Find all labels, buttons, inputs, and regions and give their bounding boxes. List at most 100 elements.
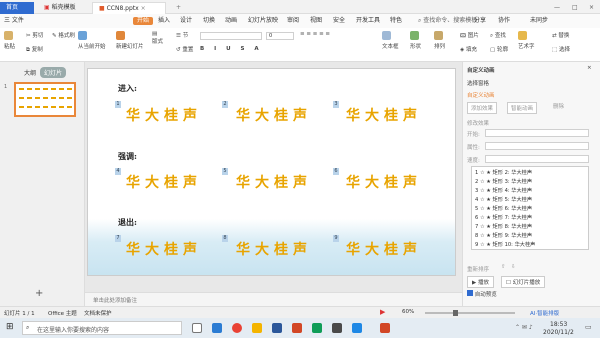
system-tray-icons[interactable]: ⌃ ✉ ♪ [515, 324, 533, 331]
move-up-icon[interactable]: ⇧ [501, 264, 506, 270]
slideshow-button[interactable]: ☐ 幻灯片播放 [501, 276, 546, 288]
autopreview-checkbox[interactable]: 自动预览 [467, 290, 497, 298]
textbox-button[interactable]: 文本框 [382, 31, 399, 50]
ai-layout-button[interactable]: AI·智能排版 [530, 309, 559, 317]
animated-text[interactable]: 华大桂声 [236, 172, 312, 192]
property-select[interactable] [485, 142, 589, 150]
cloud-sync-button[interactable]: 未同步 [530, 17, 548, 25]
menu-transition[interactable]: 切换 [203, 17, 215, 25]
collab-button[interactable]: 协作 [498, 17, 510, 25]
animation-item[interactable]: 1 ☆ ★ 矩形 2: 华大桂声 [475, 169, 532, 176]
animated-text[interactable]: 华大桂声 [346, 105, 422, 125]
fill-button[interactable]: ◈ 填充 [460, 45, 477, 53]
menu-devtools[interactable]: 开发工具 [356, 17, 380, 25]
slide-thumbnail[interactable] [14, 82, 76, 117]
folder-icon[interactable] [252, 323, 262, 333]
wps-presentation-icon[interactable] [380, 323, 390, 333]
menu-security[interactable]: 安全 [333, 17, 345, 25]
play-slideshow-icon[interactable]: ▶ [380, 308, 385, 316]
animation-item[interactable]: 3 ☆ ★ 矩形 4: 华大桂声 [475, 187, 532, 194]
menu-start[interactable]: 开始 [133, 17, 154, 25]
animated-text[interactable]: 华大桂声 [346, 172, 422, 192]
app-icon[interactable] [332, 323, 342, 333]
animation-list[interactable]: 1 ☆ ★ 矩形 2: 华大桂声 2 ☆ ★ 矩形 3: 华大桂声 3 ☆ ★ … [471, 166, 589, 250]
menu-animation[interactable]: 动画 [225, 17, 237, 25]
share-button[interactable]: 分享 [474, 17, 486, 25]
find-button[interactable]: ⌕ 查找 [490, 31, 506, 40]
clock-date[interactable]: 2020/11/2 [543, 329, 574, 336]
animated-text[interactable]: 华大桂声 [236, 239, 312, 259]
font-style-buttons[interactable]: B I U S A [200, 46, 263, 52]
cut-button[interactable]: ✂ 剪切 [26, 31, 43, 39]
reset-button[interactable]: ↺ 重置 [176, 45, 193, 53]
chrome-icon[interactable] [232, 323, 242, 333]
new-slide-button[interactable]: 新建幻灯片 [116, 31, 144, 50]
smart-animation-button[interactable]: 智能动画 [507, 102, 538, 114]
menu-file[interactable]: 三 文件 [4, 17, 24, 25]
font-name-select[interactable] [200, 32, 262, 40]
tab-home[interactable]: 首页 [0, 2, 34, 14]
zoom-slider[interactable] [425, 312, 515, 314]
menu-insert[interactable]: 插入 [158, 17, 170, 25]
select-button[interactable]: ⬚ 选择 [552, 45, 570, 53]
tab-document[interactable]: ■ CCN8.pptx × [92, 2, 166, 14]
new-tab-button[interactable]: + [170, 2, 187, 14]
speed-select[interactable] [485, 155, 589, 163]
animation-item[interactable]: 9 ☆ ★ 矩形 10: 华大桂声 [475, 241, 535, 248]
app-icon[interactable] [352, 323, 362, 333]
image-button[interactable]: 🖾 图片 [460, 31, 479, 41]
clock-time[interactable]: 18:53 [550, 321, 567, 328]
start-select[interactable] [485, 129, 589, 137]
edge-icon[interactable] [212, 323, 222, 333]
animation-item[interactable]: 2 ☆ ★ 矩形 3: 华大桂声 [475, 178, 532, 185]
tab-templates[interactable]: ▣ 稻壳模板 [38, 2, 82, 14]
section-button[interactable]: ☰ 节 [176, 31, 188, 39]
animated-text[interactable]: 华大桂声 [126, 172, 202, 192]
menu-review[interactable]: 审阅 [287, 17, 299, 25]
animated-text[interactable]: 华大桂声 [236, 105, 312, 125]
paste-button[interactable]: 粘贴 [4, 31, 15, 50]
select-pane-link[interactable]: 选择窗格 [467, 79, 489, 87]
animated-text[interactable]: 华大桂声 [126, 239, 202, 259]
menu-special[interactable]: 特色 [390, 17, 402, 25]
add-effect-button[interactable]: 添加效果 [467, 102, 498, 114]
search-command[interactable]: ⌕ 查找命令、搜索模板 [418, 17, 477, 25]
animated-text[interactable]: 华大桂声 [346, 239, 422, 259]
menu-slideshow[interactable]: 幻灯片放映 [248, 17, 278, 25]
close-tab-icon[interactable]: × [141, 5, 146, 12]
font-size-select[interactable]: 0 [266, 32, 294, 40]
format-painter-button[interactable]: ✎ 格式刷 [52, 31, 75, 39]
animated-text[interactable]: 华大桂声 [126, 105, 202, 125]
animation-item[interactable]: 6 ☆ ★ 矩形 7: 华大桂声 [475, 214, 532, 221]
word-icon[interactable] [272, 323, 282, 333]
animation-item[interactable]: 5 ☆ ★ 矩形 6: 华大桂声 [475, 205, 532, 212]
slide-canvas[interactable]: 进入: 强调: 退出: 1 华大桂声 2 华大桂声 3 华大桂声 4 华大桂声 … [87, 68, 456, 276]
notes-bar[interactable]: 单击此处添加备注 [85, 292, 462, 306]
shape-button[interactable]: 形状 [410, 31, 421, 50]
task-view-icon[interactable] [192, 323, 202, 333]
delete-effect-button[interactable]: 删除 [553, 102, 564, 110]
arrange-button[interactable]: 排列 [434, 31, 445, 50]
animation-item[interactable]: 4 ☆ ★ 矩形 5: 华大桂声 [475, 196, 532, 203]
wps-icon[interactable] [292, 323, 302, 333]
maximize-button[interactable]: □ [566, 2, 584, 14]
move-down-icon[interactable]: ⇩ [511, 264, 516, 270]
play-button[interactable]: ▶ 播放 [467, 276, 494, 288]
replace-button[interactable]: ⇄ 替换 [552, 31, 569, 39]
animation-item[interactable]: 7 ☆ ★ 矩形 8: 华大桂声 [475, 223, 532, 230]
copy-button[interactable]: ⧉ 复制 [26, 45, 43, 54]
tab-slides[interactable]: 幻灯片 [40, 67, 67, 78]
layout-button[interactable]: ▤ 版式 [152, 31, 163, 45]
close-pane-icon[interactable]: × [587, 65, 592, 71]
windows-start-icon[interactable]: ⊞ [6, 322, 14, 332]
tab-outline[interactable]: 大纲 [24, 68, 36, 77]
zoom-slider-thumb[interactable] [453, 310, 458, 316]
from-current-button[interactable]: 从当前开始 [78, 31, 106, 50]
animation-item[interactable]: 8 ☆ ★ 矩形 9: 华大桂声 [475, 232, 532, 239]
add-slide-button[interactable]: + [35, 288, 43, 299]
paragraph-buttons[interactable]: ≡ ≡ ≡ ≡ ≡ [300, 31, 330, 37]
wordart-button[interactable]: 艺术字 [518, 31, 535, 50]
outline-button[interactable]: ▢ 轮廓 [490, 45, 508, 53]
app-icon[interactable] [312, 323, 322, 333]
close-window-button[interactable]: × [583, 2, 600, 14]
